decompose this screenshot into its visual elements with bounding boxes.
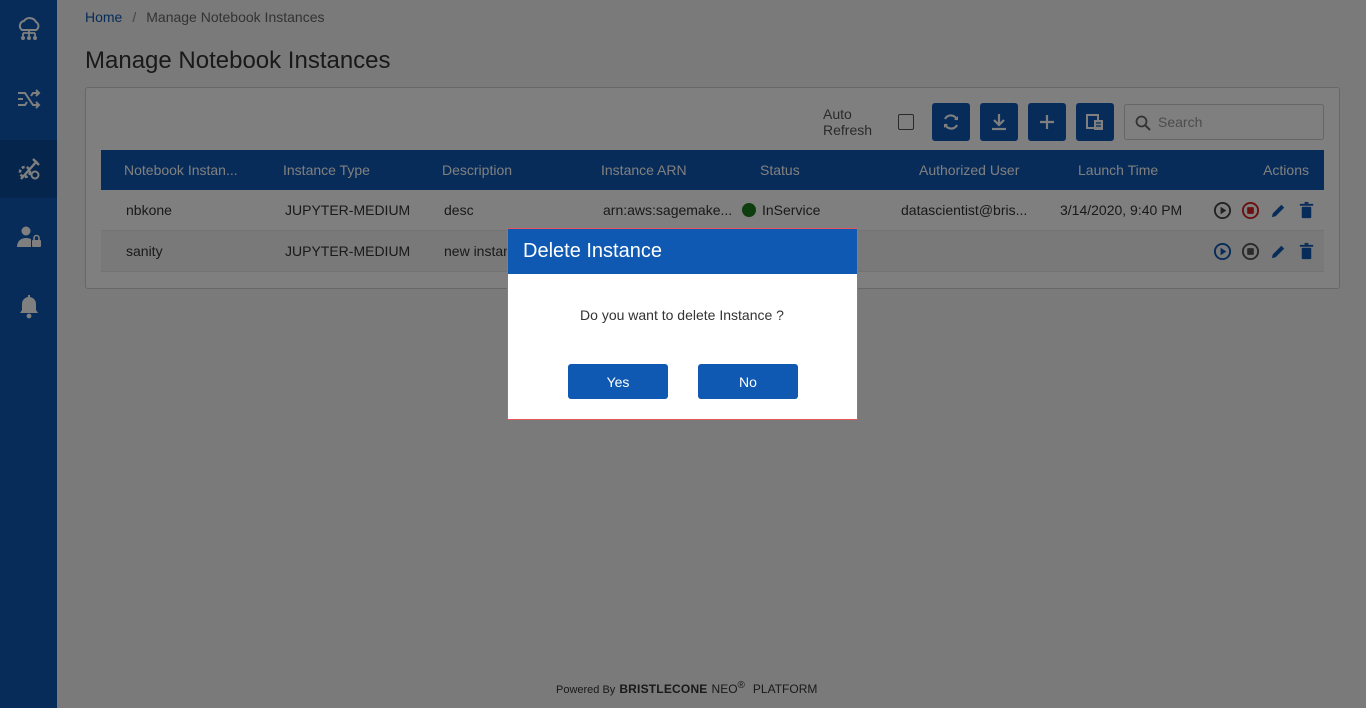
confirm-no-button[interactable]: No [698, 364, 798, 399]
confirm-yes-button[interactable]: Yes [568, 364, 668, 399]
delete-instance-dialog: Delete Instance Do you want to delete In… [507, 228, 858, 420]
dialog-title: Delete Instance [508, 229, 857, 274]
dialog-message: Do you want to delete Instance ? [580, 307, 784, 323]
